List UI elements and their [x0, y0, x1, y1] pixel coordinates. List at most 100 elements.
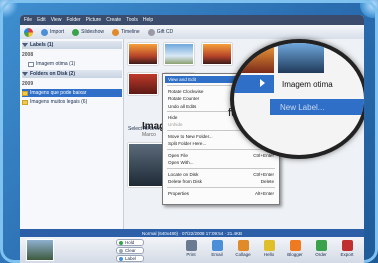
menu-bar: File Edit View Folder Picture Create Too… — [20, 15, 364, 25]
hold-label: Hold — [125, 240, 135, 245]
sidebar-item-folder[interactable]: Imagens muitos legais (6) — [22, 98, 87, 106]
email-label: Email — [211, 252, 223, 257]
picasa-logo-icon — [24, 27, 33, 37]
picasa-window: File Edit View Folder Picture Create Too… — [20, 15, 364, 263]
menu-help[interactable]: Help — [143, 17, 153, 23]
email-icon — [211, 240, 223, 251]
slideshow-label: Slideshow — [81, 29, 104, 35]
print-button[interactable]: Print — [180, 240, 202, 262]
clear-button[interactable]: Clear — [116, 247, 144, 254]
menu-separator — [167, 168, 275, 169]
magnifier-callout: Imagem otima New Label... — [230, 39, 364, 159]
menu-item-shortcut: Alt+Enter — [254, 191, 274, 196]
menu-item-properties[interactable]: Properties Alt+Enter — [165, 190, 277, 197]
export-label: Export — [340, 252, 354, 257]
tray-selection-thumbnail[interactable] — [26, 239, 54, 261]
submenu-arrow-icon — [260, 79, 265, 87]
menu-folder[interactable]: Folder — [66, 17, 80, 23]
sidebar-item-label-text: Imagem otima (1) — [36, 61, 76, 67]
print-label: Print — [186, 252, 196, 257]
gift-cd-label: Gift CD — [156, 29, 174, 35]
print-icon — [185, 240, 197, 251]
email-button[interactable]: Email — [206, 240, 228, 262]
label-label: Label — [125, 256, 137, 261]
import-icon — [41, 28, 48, 36]
photo-thumbnail[interactable] — [128, 43, 158, 65]
menu-item-shortcut: Delete — [260, 179, 274, 184]
photo-thumbnail[interactable] — [128, 73, 158, 95]
photo-thumbnail[interactable] — [164, 43, 194, 65]
menu-edit[interactable]: Edit — [37, 17, 46, 23]
menu-item-label: Rotate Clockwise — [168, 89, 204, 94]
hello-icon — [263, 240, 275, 251]
submenu-item-imagem-otima[interactable]: Imagem otima — [234, 75, 364, 93]
menu-item-open-file[interactable]: Open File Ctrl+Enter — [165, 152, 277, 159]
menu-item-label: Hide — [168, 115, 178, 120]
labels-header-text: Labels (1) — [30, 42, 54, 48]
year-header: 2008 — [22, 51, 33, 59]
hello-label: Hello — [263, 252, 275, 257]
label-folder-icon — [28, 61, 34, 67]
collapse-icon — [22, 72, 28, 76]
collapse-icon — [22, 43, 28, 47]
year-text: 2009 — [22, 81, 34, 87]
library-sidebar: Labels (1) 2008 Imagem otima (1) Folders… — [20, 39, 124, 229]
order-button[interactable]: Order — [310, 240, 332, 262]
clear-label: Clear — [125, 248, 136, 253]
submenu-item-new-label[interactable]: New Label... — [270, 99, 364, 115]
album-subtitle: Marco — [142, 132, 156, 138]
hold-button[interactable]: Hold — [116, 239, 144, 246]
sidebar-item-label[interactable]: Imagem otima (1) — [28, 60, 75, 68]
collage-button[interactable]: Collage — [232, 240, 254, 262]
folder-icon — [22, 99, 28, 105]
photo-tray: Hold Clear Label Print Email Collage Hel… — [20, 237, 364, 263]
export-icon — [341, 240, 353, 251]
menu-view[interactable]: View — [51, 17, 62, 23]
photo-thumbnail[interactable] — [202, 43, 232, 65]
import-label: Import — [50, 29, 65, 35]
label-button[interactable]: Label — [116, 255, 144, 262]
hold-icon — [119, 240, 123, 245]
label-icon — [119, 256, 123, 261]
export-button[interactable]: Export — [336, 240, 358, 262]
folder-name: Imagens que pode baixar — [30, 90, 87, 96]
menu-item-label: Unhide — [168, 122, 183, 127]
labels-section-header[interactable]: Labels (1) — [22, 41, 122, 49]
menu-item-locate-on-disk[interactable]: Locate on Disk Ctrl+Enter — [165, 171, 277, 178]
year-header: 2009 — [22, 80, 33, 88]
year-text: 2008 — [22, 52, 34, 58]
sidebar-item-folder-selected[interactable]: Imagens que pode baixar — [22, 89, 122, 97]
menu-create[interactable]: Create — [106, 17, 121, 23]
menu-item-label: Open File — [168, 153, 188, 158]
submenu-item-label: New Label... — [280, 102, 325, 112]
menu-item-label: Split Folder Here... — [168, 141, 207, 146]
status-bar: Normal (640x480) · 07/22/2008 17:09:54 ·… — [20, 229, 364, 237]
status-text: Normal (640x480) · 07/22/2008 17:09:54 ·… — [141, 230, 243, 236]
blogger-label: Blogger — [287, 252, 303, 257]
menu-item-label: Undo all Edits — [168, 104, 197, 109]
menu-file[interactable]: File — [24, 17, 32, 23]
menu-item-label: Move to New Folder... — [168, 134, 213, 139]
hello-button[interactable]: Hello — [258, 240, 280, 262]
clear-icon — [119, 248, 123, 253]
slideshow-button[interactable]: Slideshow — [72, 28, 104, 36]
import-button[interactable]: Import — [41, 28, 65, 36]
menu-item-label: Locate on Disk — [168, 172, 199, 177]
menu-item-delete-from-disk[interactable]: Delete from Disk Delete — [165, 178, 277, 185]
timeline-button[interactable]: Timeline — [111, 28, 140, 36]
menu-separator — [167, 149, 275, 150]
blogger-icon — [289, 240, 301, 251]
blogger-button[interactable]: Blogger — [284, 240, 306, 262]
menu-tools[interactable]: Tools — [126, 17, 138, 23]
magnified-photo — [278, 43, 324, 73]
menu-item-label: Properties — [168, 191, 189, 196]
collage-label: Collage — [235, 252, 251, 257]
gift-cd-button[interactable]: Gift CD — [147, 28, 174, 36]
menu-item-label: Rotate Counter — [168, 96, 200, 101]
menu-item-label: Open With... — [168, 160, 194, 165]
menu-item-open-with[interactable]: Open With... — [165, 159, 277, 166]
folders-section-header[interactable]: Folders on Disk (2) — [22, 70, 122, 78]
menu-item-shortcut: Ctrl+Enter — [253, 172, 274, 177]
folder-name: Imagens muitos legais (6) — [30, 99, 88, 105]
menu-picture[interactable]: Picture — [86, 17, 102, 23]
